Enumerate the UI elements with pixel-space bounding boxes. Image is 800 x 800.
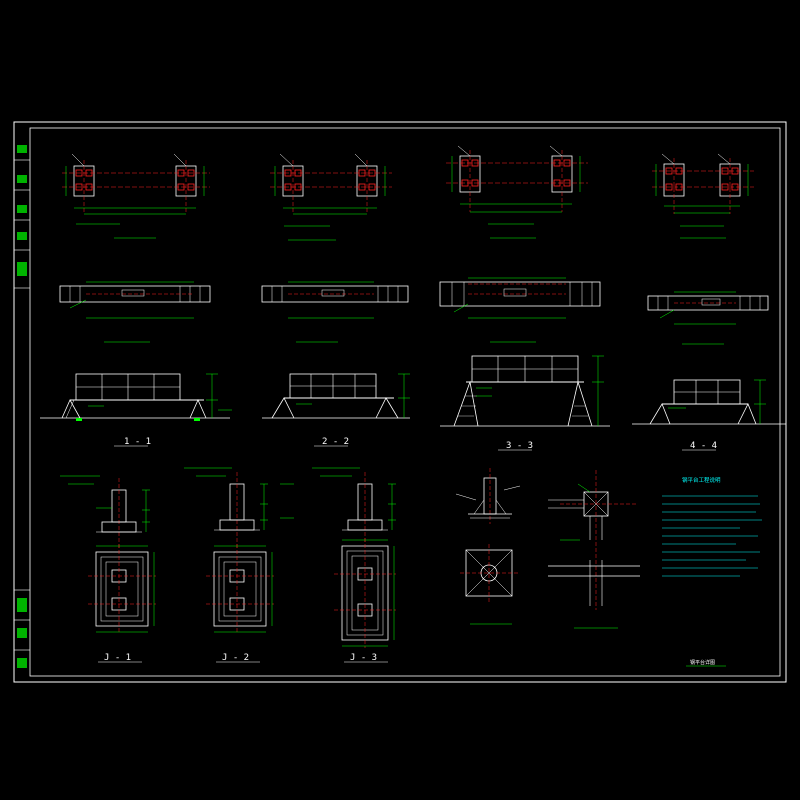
section-label-1: 1 - 1 (124, 437, 151, 447)
notes-title: 钢平台工程说明 (682, 476, 721, 484)
section-label-3: 3 - 3 (506, 441, 533, 451)
section-label-4: 4 - 4 (690, 441, 717, 451)
foundation-label-j1: J - 1 (104, 653, 131, 663)
sheet-label: 钢平台详图 (690, 659, 715, 666)
cad-drawing-sheet: 1 - 1 2 - 2 3 - 3 4 - 4 J - 1 J - 2 J - … (0, 0, 800, 800)
foundation-label-j3: J - 3 (350, 653, 377, 663)
foundation-label-j2: J - 2 (222, 653, 249, 663)
section-label-2: 2 - 2 (322, 437, 349, 447)
